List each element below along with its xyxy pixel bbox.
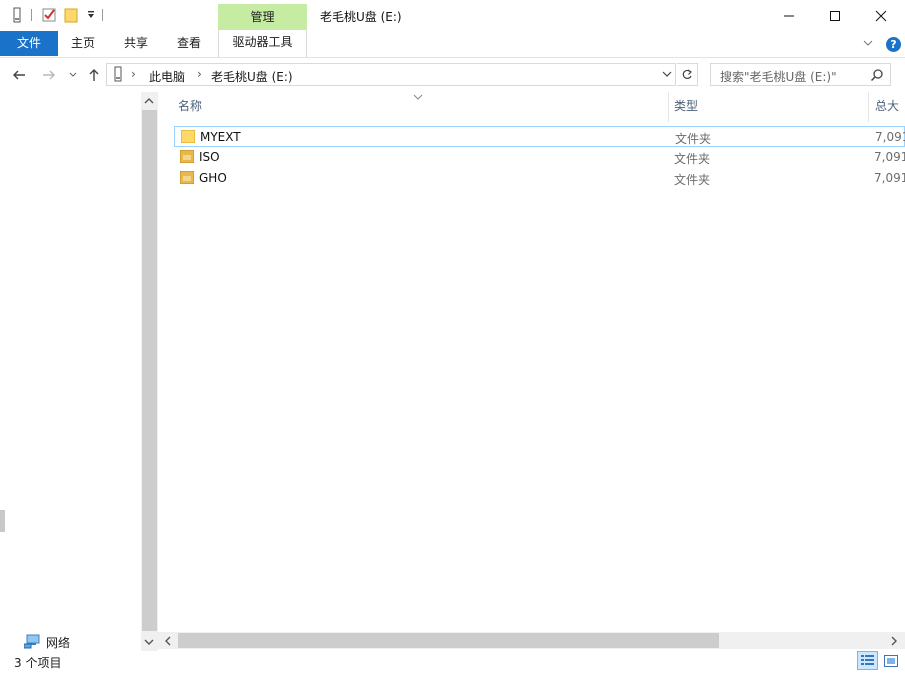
address-dropdown-icon[interactable] xyxy=(661,69,673,83)
file-size: 7,091 xyxy=(874,150,905,164)
properties-icon[interactable] xyxy=(40,6,58,24)
navigation-pane: 网络 xyxy=(0,92,158,651)
horizontal-scroll-thumb[interactable] xyxy=(178,633,719,648)
network-icon xyxy=(23,633,41,652)
file-name: MYEXT xyxy=(200,130,241,144)
file-size: 7,091 xyxy=(875,130,905,144)
forward-icon[interactable] xyxy=(40,65,58,85)
tab-drive-tools[interactable]: 驱动器工具 xyxy=(218,30,307,57)
scroll-down-icon[interactable] xyxy=(144,636,154,650)
breadcrumb-separator-icon[interactable]: › xyxy=(197,67,202,81)
breadcrumb-separator-icon[interactable]: › xyxy=(131,67,136,81)
help-icon[interactable]: ? xyxy=(886,37,901,52)
column-header-name[interactable]: 名称 xyxy=(178,92,202,122)
ribbon-tabs: 文件 主页 共享 查看 驱动器工具 ? xyxy=(0,30,905,58)
file-row[interactable]: ISO 文件夹 7,091 xyxy=(174,147,905,168)
window-title: 老毛桃U盘 (E:) xyxy=(320,10,402,24)
folder-icon xyxy=(179,149,195,164)
maximize-button[interactable] xyxy=(812,0,858,31)
tab-manage[interactable]: 管理 xyxy=(218,4,307,31)
nav-scrollbar[interactable] xyxy=(141,92,158,651)
file-row[interactable]: GHO 文件夹 7,091 xyxy=(174,168,905,189)
recent-locations-icon[interactable] xyxy=(64,65,82,85)
tab-file[interactable]: 文件 xyxy=(0,31,58,56)
large-icons-view-icon xyxy=(883,654,898,667)
title-bar: 管理 老毛桃U盘 (E:) xyxy=(0,0,905,31)
address-bar[interactable]: › 此电脑 › 老毛桃U盘 (E:) xyxy=(106,63,676,86)
search-icon[interactable] xyxy=(870,68,884,85)
large-icons-view-button[interactable] xyxy=(880,651,901,670)
breadcrumb-this-pc[interactable]: 此电脑 xyxy=(149,68,185,85)
tab-home[interactable]: 主页 xyxy=(71,31,95,56)
scroll-right-icon[interactable] xyxy=(889,635,899,649)
nav-scroll-thumb[interactable] xyxy=(142,110,157,631)
qat-separator xyxy=(102,9,103,21)
sort-indicator-icon xyxy=(413,90,423,104)
ribbon-expand-icon[interactable] xyxy=(862,37,874,52)
qat-separator xyxy=(31,9,32,21)
folder-icon xyxy=(179,170,195,185)
details-view-button[interactable] xyxy=(857,651,878,670)
scroll-left-icon[interactable] xyxy=(163,635,173,649)
new-folder-icon[interactable] xyxy=(62,6,80,24)
tab-view[interactable]: 查看 xyxy=(177,31,201,56)
file-type: 文件夹 xyxy=(674,152,711,166)
column-header-size[interactable]: 总大小 xyxy=(875,92,905,141)
column-divider[interactable] xyxy=(868,92,869,122)
tab-share[interactable]: 共享 xyxy=(124,31,148,56)
folder-icon xyxy=(180,129,196,144)
refresh-icon xyxy=(682,69,692,79)
status-bar: 3 个项目 xyxy=(0,651,905,673)
file-row[interactable]: MYEXT 文件夹 7,091 xyxy=(174,126,905,147)
qat-customize-icon[interactable] xyxy=(82,6,100,24)
drive-icon[interactable] xyxy=(8,6,26,24)
scroll-up-icon[interactable] xyxy=(144,95,154,109)
up-icon[interactable] xyxy=(85,65,103,85)
details-view-icon xyxy=(861,655,874,665)
breadcrumb-drive[interactable]: 老毛桃U盘 (E:) xyxy=(211,68,293,85)
file-list: 名称 类型 总大小 MYEXT 文件夹 7,091 ISO 文件夹 7,091 … xyxy=(158,92,905,651)
search-input[interactable]: 搜索"老毛桃U盘 (E:)" xyxy=(720,68,837,85)
nav-item-network[interactable]: 网络 xyxy=(23,633,134,652)
column-header-type[interactable]: 类型 xyxy=(674,92,698,122)
back-icon[interactable] xyxy=(10,65,28,85)
search-box[interactable]: 搜索"老毛桃U盘 (E:)" xyxy=(710,63,891,86)
file-size: 7,091 xyxy=(874,171,905,185)
navigation-row: › 此电脑 › 老毛桃U盘 (E:) 搜索"老毛桃U盘 (E:)" xyxy=(0,58,905,92)
refresh-button[interactable] xyxy=(677,63,698,86)
column-divider[interactable] xyxy=(668,92,669,122)
file-name: GHO xyxy=(199,171,227,185)
minimize-button[interactable] xyxy=(766,0,812,31)
drive-icon xyxy=(113,66,123,85)
horizontal-scrollbar[interactable] xyxy=(158,632,905,649)
file-type: 文件夹 xyxy=(674,173,711,187)
item-count: 3 个项目 xyxy=(14,656,62,670)
pane-resize-handle[interactable] xyxy=(0,510,5,532)
close-button[interactable] xyxy=(858,0,904,31)
nav-item-label: 网络 xyxy=(46,636,71,650)
file-name: ISO xyxy=(199,150,220,164)
file-type: 文件夹 xyxy=(675,132,712,146)
